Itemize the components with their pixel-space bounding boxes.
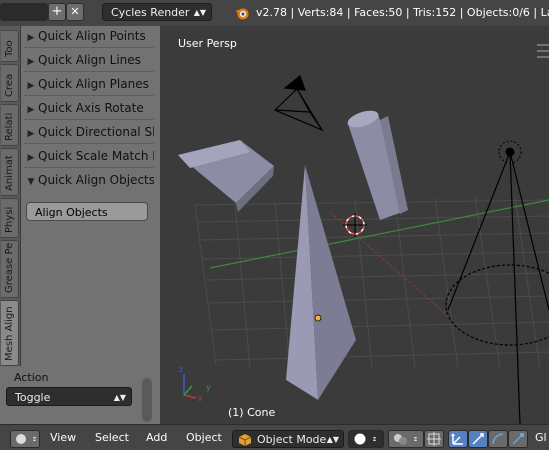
collapsed-triangle-icon: ▶ [27,33,35,43]
panel-quick-scale-match[interactable]: ▶ Quick Scale Match E [24,145,154,168]
pivot-point-icon [394,434,417,445]
menu-object[interactable]: Object [186,431,222,444]
svg-text:z: z [179,365,183,374]
tab-mesh-align[interactable]: Mesh Align [1,300,19,366]
panel-quick-axis-rotate[interactable]: ▶ Quick Axis Rotate [24,97,154,120]
tab-label: Animat [4,155,15,191]
collapsed-triangle-icon: ▶ [27,57,35,67]
tool-shelf-scrollbar[interactable] [142,378,152,422]
rotate-manipulator-button[interactable] [468,430,488,448]
tab-label: Grease Pe [4,242,15,293]
render-engine-label: Cycles Render [111,6,190,19]
object-mode-cube-icon [238,434,252,446]
collapsed-triangle-icon: ▶ [27,129,35,139]
render-engine-select[interactable]: Cycles Render ▲▼ [102,3,212,21]
action-value: Toggle [15,391,51,404]
svg-text:y: y [206,383,211,392]
3d-cursor [343,213,367,237]
editor-type-select[interactable] [10,430,40,448]
region-toggle-icon [537,44,549,58]
translate-arrow-icon [451,433,463,445]
tab-grease-pencil[interactable]: Grease Pe [1,240,19,298]
orientation-label[interactable]: Gl [535,431,547,444]
dropdown-arrow-icon: ▲▼ [193,8,206,17]
camera-object [273,75,324,132]
lamp-object [445,140,549,424]
tab-label: Relati [4,112,15,141]
panel-label: Quick Align Objects [38,173,154,187]
tab-label: Crea [4,73,15,97]
interaction-mode-select[interactable]: Object Mode ▲▼ [232,430,344,448]
panel-label: Quick Scale Match E [38,149,154,163]
tab-animation[interactable]: Animat [1,148,19,196]
tab-tools[interactable]: Too [1,30,19,62]
panel-label: Quick Directional Sli [38,125,154,139]
panel-quick-directional-slide[interactable]: ▶ Quick Directional Sli [24,121,154,144]
cone-object [285,165,357,401]
pivot-point-select[interactable] [388,430,424,448]
svg-text:x: x [198,394,203,403]
view-label: User Persp [178,37,237,50]
action-select[interactable]: Toggle ▲▼ [6,387,132,406]
collapsed-triangle-icon: ▶ [27,105,35,115]
align-objects-button[interactable]: Align Objects [26,202,148,221]
panel-quick-align-lines[interactable]: ▶ Quick Align Lines [24,49,154,72]
scale-manipulator-button[interactable] [488,430,508,448]
tab-physics[interactable]: Physi [1,198,19,238]
menu-view[interactable]: View [50,431,76,444]
collapsed-triangle-icon: ▶ [27,153,35,163]
tab-label: Mesh Align [4,306,15,361]
panel-quick-align-points[interactable]: ▶ Quick Align Points [24,25,154,48]
cube-object [178,140,274,212]
panel-quick-align-objects[interactable]: ▼ Quick Align Objects [24,169,154,191]
orientation-icon [512,433,524,445]
viewport-scene: z x y [178,44,549,424]
menu-select[interactable]: Select [95,431,129,444]
scale-arc-icon [492,433,504,445]
operator-title: Action [14,371,49,384]
scene-statistics: v2.78 | Verts:84 | Faces:50 | Tris:152 |… [256,6,549,19]
dropdown-arrow-icon: ▲▼ [326,435,339,444]
panel-quick-align-planes[interactable]: ▶ Quick Align Planes [24,73,154,96]
remove-layout-icon[interactable]: ✕ [66,3,84,21]
3d-viewport[interactable]: z x y [160,26,549,424]
tab-relations[interactable]: Relati [1,104,19,146]
add-layout-icon[interactable]: + [48,3,66,21]
rotate-icon [472,433,484,445]
tool-shelf-tabs: Too Crea Relati Animat Physi Grease Pe M… [0,26,21,424]
tab-label: Too [4,40,15,57]
screen-layout-field[interactable] [0,3,48,21]
manipulator-toggle[interactable] [424,430,444,448]
solid-shading-icon [354,433,376,445]
active-object-label: (1) Cone [228,406,276,419]
dropdown-arrow-icon: ▲▼ [113,393,126,402]
tab-label: Physi [4,206,15,233]
viewport-shading-select[interactable] [348,430,384,448]
axis-gizmo: z x y [179,365,211,403]
expanded-triangle-icon: ▼ [27,177,35,187]
panel-label: Quick Align Points [38,29,146,43]
mode-label: Object Mode [257,433,327,446]
floor-grid [194,195,549,369]
x-axis-line [329,211,451,319]
editor-type-icon [16,434,36,444]
blender-logo-icon [234,5,250,21]
translate-manipulator-button[interactable] [448,430,468,448]
panel-label: Quick Align Lines [38,53,141,67]
panel-label: Quick Axis Rotate [38,101,144,115]
tab-create[interactable]: Crea [1,64,19,102]
collapsed-triangle-icon: ▶ [27,81,35,91]
menu-add[interactable]: Add [146,431,167,444]
manipulator-icon [427,432,441,446]
panel-label: Quick Align Planes [38,77,149,91]
transform-orientation-button[interactable] [508,430,528,448]
